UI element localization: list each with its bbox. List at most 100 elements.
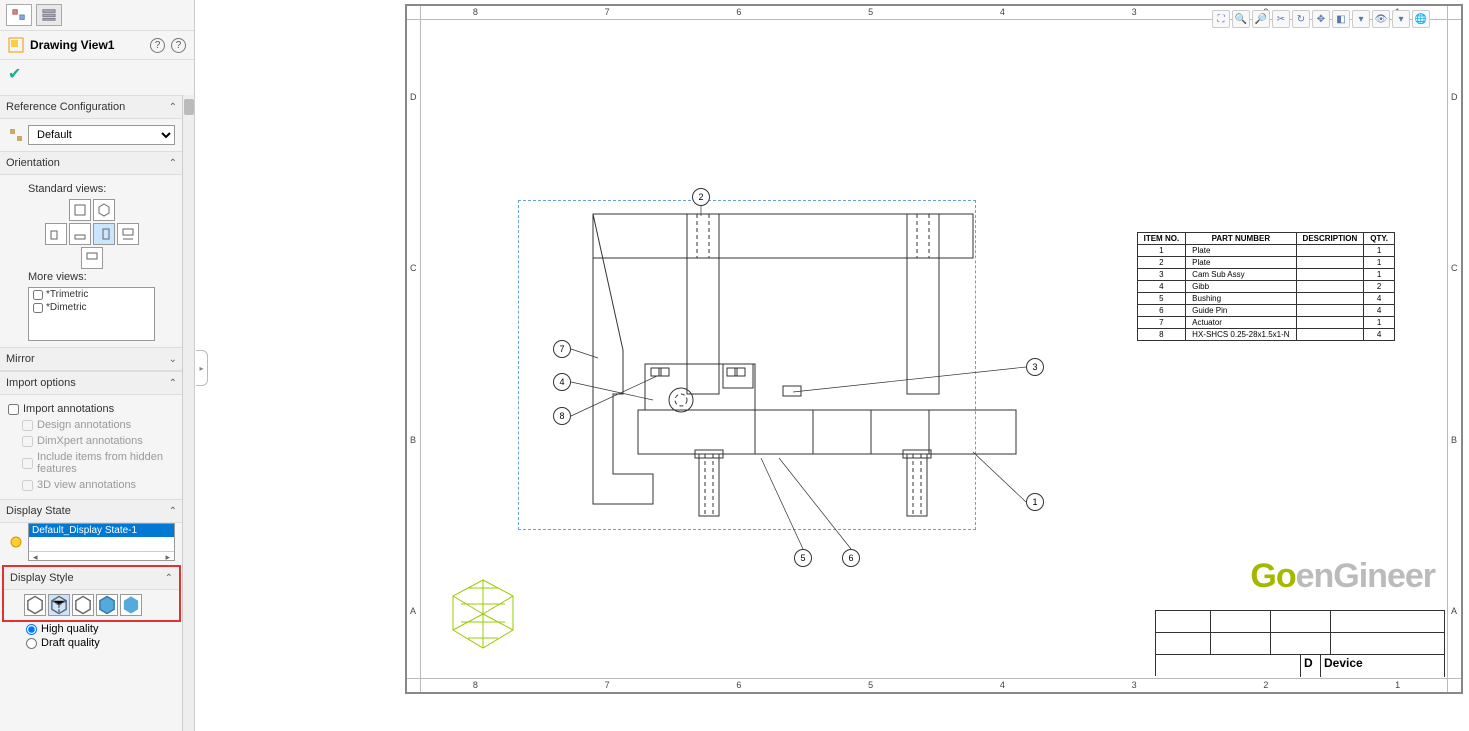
panel-expand-handle[interactable]: ▸ <box>196 350 208 386</box>
panel-tabs <box>0 0 194 31</box>
import-options-header[interactable]: Import options ⌃ <box>0 371 183 395</box>
display-icon[interactable]: ◧ <box>1332 10 1350 28</box>
balloon-5[interactable]: 5 <box>794 549 812 567</box>
style-wireframe-btn[interactable] <box>24 594 46 616</box>
chevron-up-icon: ⌃ <box>169 378 177 389</box>
balloon-3[interactable]: 3 <box>1026 358 1044 376</box>
ruler-bottom: 87654321 <box>407 678 1461 692</box>
display-state-list[interactable]: Default_Display State-1 ◂ ▸ <box>28 523 175 561</box>
sheet-size: D <box>1301 655 1321 677</box>
dimxpert-annotations-check: DimXpert annotations <box>22 433 175 449</box>
bom-header-cell: PART NUMBER <box>1186 233 1296 245</box>
bom-cell: 1 <box>1364 245 1395 257</box>
bom-cell: 4 <box>1364 329 1395 341</box>
view-front-btn[interactable] <box>69 199 91 221</box>
ruler-tick: 7 <box>605 680 610 690</box>
property-manager-tab[interactable] <box>36 4 62 26</box>
bom-row[interactable]: 3Cam Sub Assy1 <box>1137 269 1394 281</box>
view-bottom-btn[interactable] <box>69 223 91 245</box>
panel-header: Drawing View1 ? ? <box>0 31 194 60</box>
reference-config-select[interactable]: Default <box>28 125 175 145</box>
reference-config-label: Reference Configuration <box>6 101 125 113</box>
view-top-btn[interactable] <box>81 247 103 269</box>
panel-scrollbar[interactable] <box>182 95 194 731</box>
feature-tree-tab[interactable] <box>6 4 32 26</box>
scroll-left-icon[interactable]: ◂ <box>33 552 38 561</box>
bom-cell: 2 <box>1364 281 1395 293</box>
bom-row[interactable]: 1Plate1 <box>1137 245 1394 257</box>
help-icon[interactable]: ? <box>150 38 165 53</box>
more-views-label: More views: <box>28 271 175 283</box>
balloon-8[interactable]: 8 <box>553 407 571 425</box>
orientation-header[interactable]: Orientation ⌃ <box>0 151 183 175</box>
view-toolbar: ⛶ 🔍 🔎 ✂ ↻ ✥ ◧ ▾ 👁 ▾ 🌐 <box>1212 10 1430 28</box>
display-style-header[interactable]: Display Style ⌃ <box>4 567 179 590</box>
display-style-label: Display Style <box>10 572 74 584</box>
balloon-2[interactable]: 2 <box>692 188 710 206</box>
bom-cell: Guide Pin <box>1186 305 1296 317</box>
reference-config-header[interactable]: Reference Configuration ⌃ <box>0 95 183 119</box>
display-state-header[interactable]: Display State ⌃ <box>0 499 183 523</box>
dropdown-icon[interactable]: ▾ <box>1352 10 1370 28</box>
bom-cell <box>1296 329 1364 341</box>
style-shaded-edges-btn[interactable] <box>96 594 118 616</box>
zoom-area-icon[interactable]: 🔍 <box>1232 10 1250 28</box>
bom-cell: Plate <box>1186 257 1296 269</box>
standard-views-label: Standard views: <box>28 183 175 195</box>
bom-cell: 1 <box>1364 269 1395 281</box>
title-block[interactable]: D Device <box>1155 610 1445 676</box>
view-back-btn[interactable] <box>117 223 139 245</box>
bom-row[interactable]: 8HX-SHCS 0.25-28x1.5x1-N4 <box>1137 329 1394 341</box>
section-icon[interactable]: ✂ <box>1272 10 1290 28</box>
balloon-4[interactable]: 4 <box>553 373 571 391</box>
bom-row[interactable]: 5Bushing4 <box>1137 293 1394 305</box>
bom-row[interactable]: 4Gibb2 <box>1137 281 1394 293</box>
ruler-tick: 3 <box>1132 7 1137 17</box>
drawing-canvas[interactable]: 87654321 87654321 DCBA DCBA ⛶ 🔍 🔎 ✂ ↻ ✥ … <box>405 4 1463 694</box>
zoom-fit-icon[interactable]: ⛶ <box>1212 10 1230 28</box>
pan-icon[interactable]: ✥ <box>1312 10 1330 28</box>
bom-row[interactable]: 6Guide Pin4 <box>1137 305 1394 317</box>
assembly-drawing-view[interactable]: 27483156 <box>483 182 1043 562</box>
import-annotations-check: Import annotations <box>8 401 175 417</box>
chevron-up-icon: ⌃ <box>169 506 177 517</box>
style-shaded-btn[interactable] <box>120 594 142 616</box>
rotate-icon[interactable]: ↻ <box>1292 10 1310 28</box>
ruler-tick: D <box>1451 92 1458 102</box>
ruler-tick: C <box>410 263 417 273</box>
balloon-6[interactable]: 6 <box>842 549 860 567</box>
help-detail-icon[interactable]: ? <box>171 38 186 53</box>
dropdown-icon[interactable]: ▾ <box>1392 10 1410 28</box>
ruler-tick: B <box>410 435 416 445</box>
more-view-item: *Dimetric <box>29 301 154 314</box>
hide-show-icon[interactable]: 👁 <box>1372 10 1390 28</box>
ok-icon[interactable]: ✔ <box>8 66 21 83</box>
style-hidden-visible-btn[interactable] <box>48 594 70 616</box>
chevron-up-icon: ⌃ <box>165 573 173 584</box>
appearance-icon[interactable]: 🌐 <box>1412 10 1430 28</box>
scrollbar-thumb[interactable] <box>184 99 194 115</box>
bom-row[interactable]: 7Actuator1 <box>1137 317 1394 329</box>
ruler-tick: 3 <box>1132 680 1137 690</box>
style-hidden-removed-btn[interactable] <box>72 594 94 616</box>
ruler-tick: 8 <box>473 7 478 17</box>
more-views-list[interactable]: *Trimetric *Dimetric <box>28 287 155 341</box>
panel-title: Drawing View1 <box>30 38 144 52</box>
view-iso-btn[interactable] <box>93 199 115 221</box>
bom-cell: Plate <box>1186 245 1296 257</box>
scroll-right-icon[interactable]: ▸ <box>165 552 170 561</box>
bom-cell: HX-SHCS 0.25-28x1.5x1-N <box>1186 329 1296 341</box>
balloon-7[interactable]: 7 <box>553 340 571 358</box>
mirror-header[interactable]: Mirror ⌄ <box>0 347 183 371</box>
ruler-tick: 4 <box>1000 7 1005 17</box>
view-right-btn[interactable] <box>93 223 115 245</box>
view-left-btn[interactable] <box>45 223 67 245</box>
zoom-prev-icon[interactable]: 🔎 <box>1252 10 1270 28</box>
bom-header-cell: ITEM NO. <box>1137 233 1186 245</box>
bom-cell: 4 <box>1137 281 1186 293</box>
bom-row[interactable]: 2Plate1 <box>1137 257 1394 269</box>
bom-table[interactable]: ITEM NO.PART NUMBERDESCRIPTIONQTY. 1Plat… <box>1137 232 1395 341</box>
bom-cell: Cam Sub Assy <box>1186 269 1296 281</box>
balloon-1[interactable]: 1 <box>1026 493 1044 511</box>
display-state-item[interactable]: Default_Display State-1 <box>29 524 174 537</box>
